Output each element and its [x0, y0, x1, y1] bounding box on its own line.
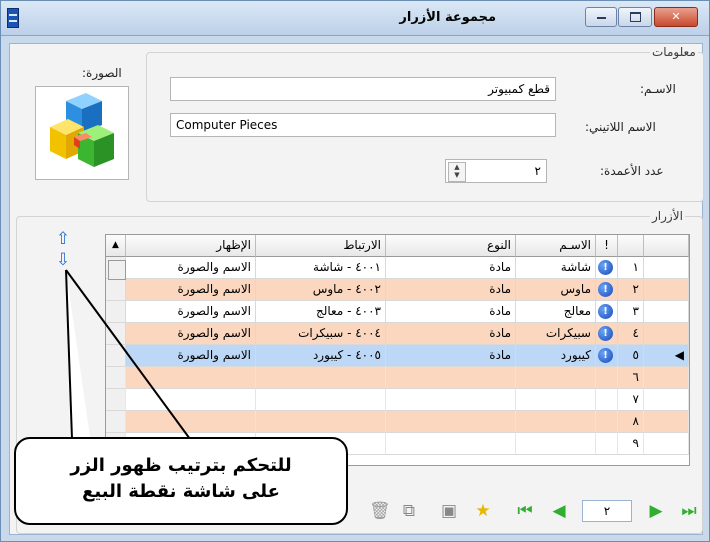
- callout-line-1: للتحكم بترتيب ظهور الزر: [70, 455, 292, 476]
- callout-box: للتحكم بترتيب ظهور الزر على شاشة نقطة ال…: [14, 437, 348, 525]
- callout-line-2: على شاشة نقطة البيع: [82, 481, 280, 502]
